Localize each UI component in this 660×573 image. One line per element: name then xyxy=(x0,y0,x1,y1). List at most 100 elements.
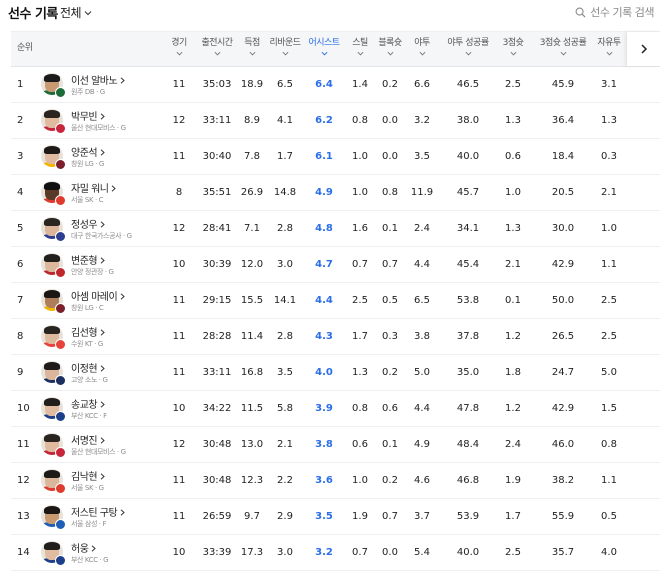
stat-cell-fg: 3.8 xyxy=(414,331,430,342)
column-label: 순위 xyxy=(17,43,33,53)
table-row[interactable]: 11 서명진 울산 현대모비스 · G 12 30:48 13.0 2.1 3.8 0.6 0.1… xyxy=(11,427,660,463)
table-row[interactable]: 2 박무빈 울산 현대모비스 · G 12 33:11 8.9 4.1 6.2 0.8 0.0 3.… xyxy=(11,103,660,139)
column-header-games[interactable]: 경기 xyxy=(165,38,193,56)
stat-cell-assists: 4.3 xyxy=(315,331,333,342)
team-logo-icon xyxy=(55,303,66,314)
stat-cell-rebounds: 2.8 xyxy=(277,331,293,342)
stat-cell-fg: 2.4 xyxy=(414,223,430,234)
column-header-ft[interactable]: 자유투 xyxy=(595,38,623,56)
column-label: 3점슛 성공률 xyxy=(539,38,587,48)
player-name-link[interactable]: 이선 알바노 xyxy=(71,72,125,87)
stat-cell-points: 16.8 xyxy=(240,367,264,378)
table-row[interactable]: 1 이선 알바노 원주 DB · G 11 35:03 18.9 6.5 6.4 1.4 0.2 6… xyxy=(11,67,660,103)
table-row[interactable]: 9 이정현 고양 소노 · G 11 33:11 16.8 3.5 4.0 1.3 0.2 5.0 3… xyxy=(11,355,660,391)
stat-cell-rebounds: 14.8 xyxy=(273,187,297,198)
stat-cell-games: 11 xyxy=(172,475,186,486)
sort-chevron-icon xyxy=(560,51,566,56)
column-label: 3점슛 xyxy=(502,38,524,48)
stat-cell-three_pct: 46.0 xyxy=(551,439,575,450)
rank-cell: 13 xyxy=(17,511,30,522)
stat-cell-fg: 11.9 xyxy=(410,187,434,198)
stat-cell-blocks: 0.8 xyxy=(382,187,398,198)
table-row[interactable]: 4 자밀 워니 서울 SK · C 8 35:51 26.9 14.8 4.9 1.0 0.8 11… xyxy=(11,175,660,211)
stat-cell-minutes: 28:28 xyxy=(202,331,232,342)
column-header-assists[interactable]: 어시스트 xyxy=(305,38,343,56)
column-header-minutes[interactable]: 출전시간 xyxy=(197,38,237,56)
column-header-rebounds[interactable]: 리바운드 xyxy=(267,38,303,56)
team-logo-icon xyxy=(55,411,66,422)
player-name: 이선 알바노 xyxy=(71,76,118,87)
table-row[interactable]: 12 김낙현 서울 SK · G 11 30:48 12.3 2.2 3.6 1.0 0.2 4.6… xyxy=(11,463,660,499)
stat-cell-ft: 4.0 xyxy=(601,547,617,558)
table-row[interactable]: 14 허웅 부산 KCC · G 10 33:39 17.3 3.0 3.2 0.7 0.0 5.4… xyxy=(11,535,660,571)
stat-cell-three_pct: 45.9 xyxy=(551,79,575,90)
stat-cell-three_pct: 35.7 xyxy=(551,547,575,558)
stat-cell-steals: 1.4 xyxy=(352,79,368,90)
stat-cell-rebounds: 3.0 xyxy=(277,259,293,270)
stat-cell-assists: 4.0 xyxy=(315,367,333,378)
stat-cell-fg_pct: 53.9 xyxy=(456,511,480,522)
column-header-three_pct[interactable]: 3점슛 성공률 xyxy=(535,38,591,56)
column-label: 득점 xyxy=(244,38,260,48)
player-name-link[interactable]: 서명진 xyxy=(71,432,105,447)
column-header-points[interactable]: 득점 xyxy=(239,38,265,56)
stat-cell-games: 12 xyxy=(172,439,186,450)
column-label: 야투 xyxy=(414,38,430,48)
table-row[interactable]: 10 송교창 부산 KCC · F 10 34:22 11.5 5.8 3.9 0.8 0.6 4.… xyxy=(11,391,660,427)
stat-cell-games: 10 xyxy=(172,403,186,414)
table-row[interactable]: 3 양준석 창원 LG · G 11 30:40 7.8 1.7 6.1 1.0 0.0 3.5 40… xyxy=(11,139,660,175)
player-name-link[interactable]: 김낙현 xyxy=(71,468,105,483)
column-header-three[interactable]: 3점슛 xyxy=(499,38,527,56)
player-name-link[interactable]: 아셈 마레이 xyxy=(71,288,125,303)
player-name-link[interactable]: 저스틴 구탕 xyxy=(71,504,125,519)
player-name-link[interactable]: 자밀 워니 xyxy=(71,180,117,195)
column-header-fg_pct[interactable]: 야투 성공률 xyxy=(443,38,493,56)
stat-cell-points: 15.5 xyxy=(240,295,264,306)
stat-cell-points: 12.0 xyxy=(240,259,264,270)
sort-chevron-icon xyxy=(321,51,327,56)
stat-cell-rebounds: 5.8 xyxy=(277,403,293,414)
player-name-link[interactable]: 이정현 xyxy=(71,360,105,375)
column-header-blocks[interactable]: 블록슛 xyxy=(375,38,405,56)
table-row[interactable]: 13 저스틴 구탕 서울 삼성 · F 11 26:59 9.7 2.9 3.5 1.9 0.7 3… xyxy=(11,499,660,535)
player-name-link[interactable]: 양준석 xyxy=(71,144,105,159)
stat-cell-games: 10 xyxy=(172,547,186,558)
stat-cell-fg_pct: 47.8 xyxy=(456,403,480,414)
scroll-right-button[interactable] xyxy=(626,32,660,66)
rank-cell: 9 xyxy=(17,367,24,378)
stat-cell-minutes: 35:03 xyxy=(202,79,232,90)
player-team-position: 부산 KCC · F xyxy=(71,412,107,420)
player-name-link[interactable]: 송교창 xyxy=(71,396,105,411)
player-name-link[interactable]: 변준형 xyxy=(71,252,105,267)
player-name: 양준석 xyxy=(71,148,98,159)
rank-cell: 5 xyxy=(17,223,24,234)
column-label: 경기 xyxy=(171,38,187,48)
player-name-link[interactable]: 김선형 xyxy=(71,324,105,339)
table-row[interactable]: 8 김선형 수원 KT · G 11 28:28 11.4 2.8 4.3 1.7 0.3 3.8 3… xyxy=(11,319,660,355)
player-name-link[interactable]: 허웅 xyxy=(71,540,97,555)
player-name-link[interactable]: 정성우 xyxy=(71,216,105,231)
stat-cell-three_pct: 55.9 xyxy=(551,511,575,522)
stat-cell-points: 12.3 xyxy=(240,475,264,486)
stat-cell-points: 7.1 xyxy=(244,223,260,234)
table-row[interactable]: 7 아셈 마레이 창원 LG · C 11 29:15 15.5 14.1 4.4 2.5 0.5… xyxy=(11,283,660,319)
column-header-steals[interactable]: 스틸 xyxy=(347,38,373,56)
team-logo-icon xyxy=(55,339,66,350)
player-name-link[interactable]: 박무빈 xyxy=(71,108,105,123)
stat-cell-fg: 4.6 xyxy=(414,475,430,486)
table-row[interactable]: 5 정성우 대구 한국가스공사 · G 12 28:41 7.1 2.8 4.8 1.6 0.1 2… xyxy=(11,211,660,247)
stat-cell-three: 1.8 xyxy=(505,367,521,378)
stat-cell-three: 2.5 xyxy=(505,547,521,558)
filter-dropdown[interactable]: 전체 xyxy=(60,4,92,21)
stat-cell-assists: 3.8 xyxy=(315,439,333,450)
stat-cell-steals: 0.8 xyxy=(352,403,368,414)
table-row[interactable]: 6 변준형 안양 정관장 · G 10 30:39 12.0 3.0 4.7 0.7 0.7 4.4… xyxy=(11,247,660,283)
stat-cell-assists: 3.2 xyxy=(315,547,333,558)
column-header-fg[interactable]: 야투 xyxy=(409,38,435,56)
player-team-position: 서울 삼성 · F xyxy=(71,520,107,528)
chevron-right-icon xyxy=(100,329,105,336)
search-button[interactable]: 선수 기록 검색 xyxy=(575,4,654,20)
stat-cell-three_pct: 18.4 xyxy=(551,151,575,162)
stat-cell-ft: 1.1 xyxy=(601,475,617,486)
stat-cell-steals: 0.6 xyxy=(352,439,368,450)
